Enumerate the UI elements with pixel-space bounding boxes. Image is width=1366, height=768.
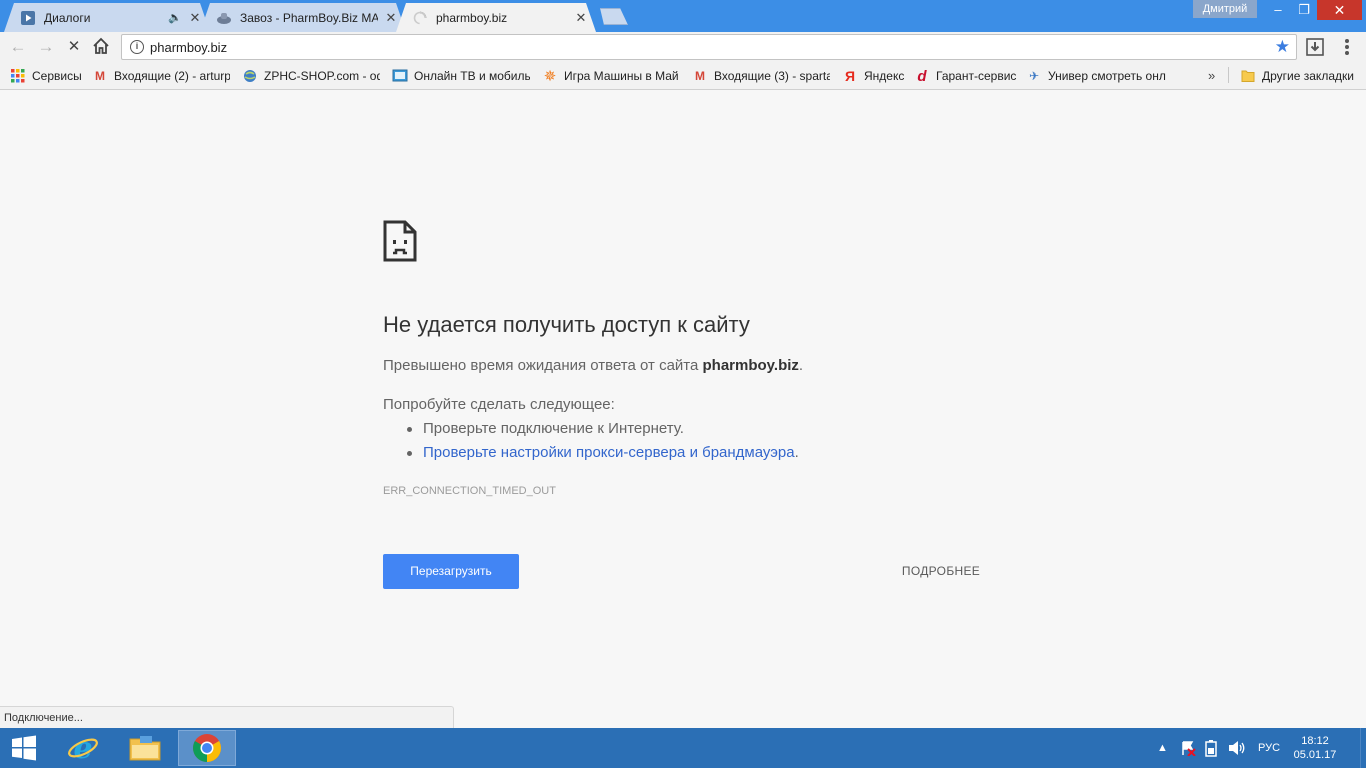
suggestion-check-connection: Проверьте подключение к Интернету. bbox=[405, 420, 799, 444]
vk-icon bbox=[20, 10, 36, 26]
bookmarks-bar: Сервисы M Входящие (2) - arturp ZPHC-SHO… bbox=[0, 62, 1366, 90]
forum-icon bbox=[216, 10, 232, 26]
tab-close-icon[interactable]: ✕ bbox=[188, 10, 202, 26]
tab-close-icon[interactable]: ✕ bbox=[574, 10, 588, 26]
sad-page-icon bbox=[383, 220, 417, 262]
status-bubble: Подключение... bbox=[0, 706, 454, 728]
show-desktop-button[interactable] bbox=[1360, 728, 1366, 768]
apps-icon bbox=[10, 68, 26, 84]
tab-pharmboy-forum[interactable]: Завоз - PharmBoy.Biz МА ✕ bbox=[200, 3, 406, 32]
reload-button[interactable]: Перезагрузить bbox=[383, 554, 519, 589]
file-explorer-icon[interactable] bbox=[116, 730, 174, 766]
tab-label: pharmboy.biz bbox=[436, 10, 508, 25]
close-window-button[interactable]: ✕ bbox=[1317, 0, 1362, 20]
proxy-link-suffix: . bbox=[794, 444, 799, 461]
bookmark-garant[interactable]: d Гарант-сервис bbox=[914, 68, 1018, 84]
tab-pharmboy[interactable]: pharmboy.biz ✕ bbox=[396, 3, 596, 32]
error-description: Превышено время ожидания ответа от сайта… bbox=[383, 357, 803, 374]
suggestions-heading: Попробуйте сделать следующее: bbox=[383, 396, 615, 413]
bookmark-label: Входящие (3) - sparta bbox=[714, 69, 830, 83]
title-bar: Диалоги 🔈 ✕ Завоз - PharmBoy.Biz МА ✕ ph… bbox=[0, 0, 1366, 32]
other-bookmarks-folder[interactable]: Другие закладки bbox=[1240, 68, 1360, 84]
bookmark-label: Гарант-сервис bbox=[936, 69, 1017, 83]
bookmark-label: Сервисы bbox=[32, 69, 82, 83]
bookmark-gmail-arturp[interactable]: M Входящие (2) - arturp bbox=[92, 68, 230, 84]
clock-time: 18:12 bbox=[1301, 735, 1329, 747]
page-content bbox=[0, 90, 1366, 728]
error-code: ERR_CONNECTION_TIMED_OUT bbox=[383, 485, 556, 497]
volume-icon[interactable] bbox=[1228, 728, 1246, 768]
bookmark-star-icon[interactable]: ★ bbox=[1275, 37, 1290, 57]
error-description-prefix: Превышено время ожидания ответа от сайта bbox=[383, 357, 703, 374]
bookmark-label: Другие закладки bbox=[1262, 69, 1354, 83]
language-indicator[interactable]: РУС bbox=[1258, 728, 1286, 768]
windows-logo-icon bbox=[12, 735, 36, 761]
proxy-link-text[interactable]: Проверьте настройки прокси-сервера и бра… bbox=[423, 444, 795, 461]
stop-button[interactable]: ✕ bbox=[64, 37, 84, 57]
bookmarks-divider bbox=[1228, 67, 1229, 83]
bookmark-gmail-sparta[interactable]: M Входящие (3) - sparta bbox=[692, 68, 830, 84]
menu-icon[interactable] bbox=[1340, 38, 1354, 56]
tv-icon bbox=[392, 68, 408, 84]
bookmark-online-tv[interactable]: Онлайн ТВ и мобильн bbox=[392, 68, 530, 84]
bookmark-label: Универ смотреть онл bbox=[1048, 69, 1166, 83]
details-button[interactable]: ПОДРОБНЕЕ bbox=[888, 554, 994, 589]
new-tab-button[interactable] bbox=[596, 8, 628, 25]
url-text[interactable]: pharmboy.biz bbox=[150, 40, 227, 55]
bookmark-yandex[interactable]: Я Яндекс bbox=[842, 68, 906, 84]
tab-dialogs[interactable]: Диалоги 🔈 ✕ bbox=[4, 3, 210, 32]
folder-icon bbox=[1240, 68, 1256, 84]
bookmark-label: ZPHC-SHOP.com - оф bbox=[264, 69, 380, 83]
svg-text:e: e bbox=[73, 731, 92, 765]
chrome-icon[interactable] bbox=[178, 730, 236, 766]
minimize-button[interactable]: – bbox=[1265, 0, 1291, 20]
tab-label: Завоз - PharmBoy.Biz МА bbox=[240, 10, 378, 25]
back-button[interactable]: ← bbox=[8, 37, 28, 57]
bookmark-label: Игра Машины в Май bbox=[564, 69, 679, 83]
game-icon: ✵ bbox=[543, 68, 557, 84]
clock-date: 05.01.17 bbox=[1293, 749, 1337, 761]
bookmark-game[interactable]: ✵ Игра Машины в Май bbox=[542, 68, 680, 84]
garant-icon: d bbox=[917, 68, 927, 84]
bookmark-zphc-shop[interactable]: ZPHC-SHOP.com - оф bbox=[242, 68, 380, 84]
home-icon bbox=[93, 37, 109, 54]
show-hidden-icons-arrow[interactable]: ▲ bbox=[1157, 728, 1169, 768]
address-bar[interactable]: i pharmboy.biz ★ bbox=[121, 34, 1297, 60]
forward-button[interactable]: → bbox=[36, 37, 56, 57]
start-button[interactable] bbox=[0, 728, 48, 768]
battery-icon[interactable] bbox=[1204, 728, 1222, 768]
action-center-flag-icon[interactable] bbox=[1180, 728, 1198, 768]
tab-close-icon[interactable]: ✕ bbox=[384, 10, 398, 26]
bookmark-label: Входящие (2) - arturp bbox=[114, 69, 230, 83]
bookmark-services[interactable]: Сервисы bbox=[10, 68, 86, 84]
error-title: Не удается получить доступ к сайту bbox=[383, 312, 750, 337]
gmail-icon: M bbox=[95, 69, 105, 83]
speaker-icon[interactable]: 🔈 bbox=[168, 11, 182, 24]
bookmark-label: Яндекс bbox=[864, 69, 905, 83]
internet-explorer-icon[interactable]: e bbox=[54, 730, 112, 766]
plane-icon: ✈ bbox=[1028, 69, 1040, 83]
bookmark-univer[interactable]: ✈ Универ смотреть онл bbox=[1026, 68, 1166, 84]
tab-label: Диалоги bbox=[44, 10, 91, 25]
site-info-icon[interactable]: i bbox=[130, 40, 144, 54]
suggestions-list: Проверьте подключение к Интернету. Прове… bbox=[405, 420, 799, 468]
restore-button[interactable]: ❐ bbox=[1291, 0, 1317, 20]
taskbar-clock[interactable]: 18:12 05.01.17 bbox=[1290, 734, 1340, 762]
suggestion-check-proxy-link[interactable]: Проверьте настройки прокси-сервера и бра… bbox=[405, 444, 799, 468]
globe-icon bbox=[242, 68, 258, 84]
yandex-icon: Я bbox=[844, 68, 856, 84]
download-icon[interactable] bbox=[1306, 38, 1324, 56]
error-host: pharmboy.biz bbox=[702, 357, 799, 374]
taskbar: e ▲ РУС 18:12 05.01.17 bbox=[0, 728, 1366, 768]
home-button[interactable] bbox=[91, 37, 111, 57]
more-bookmarks-chevron-icon[interactable]: » bbox=[1208, 68, 1215, 83]
bookmark-label: Онлайн ТВ и мобильн bbox=[414, 69, 530, 83]
loading-spinner-icon bbox=[412, 10, 428, 26]
user-profile-button[interactable]: Дмитрий bbox=[1193, 0, 1257, 18]
error-description-suffix: . bbox=[798, 357, 804, 374]
gmail-icon: M bbox=[695, 69, 705, 83]
